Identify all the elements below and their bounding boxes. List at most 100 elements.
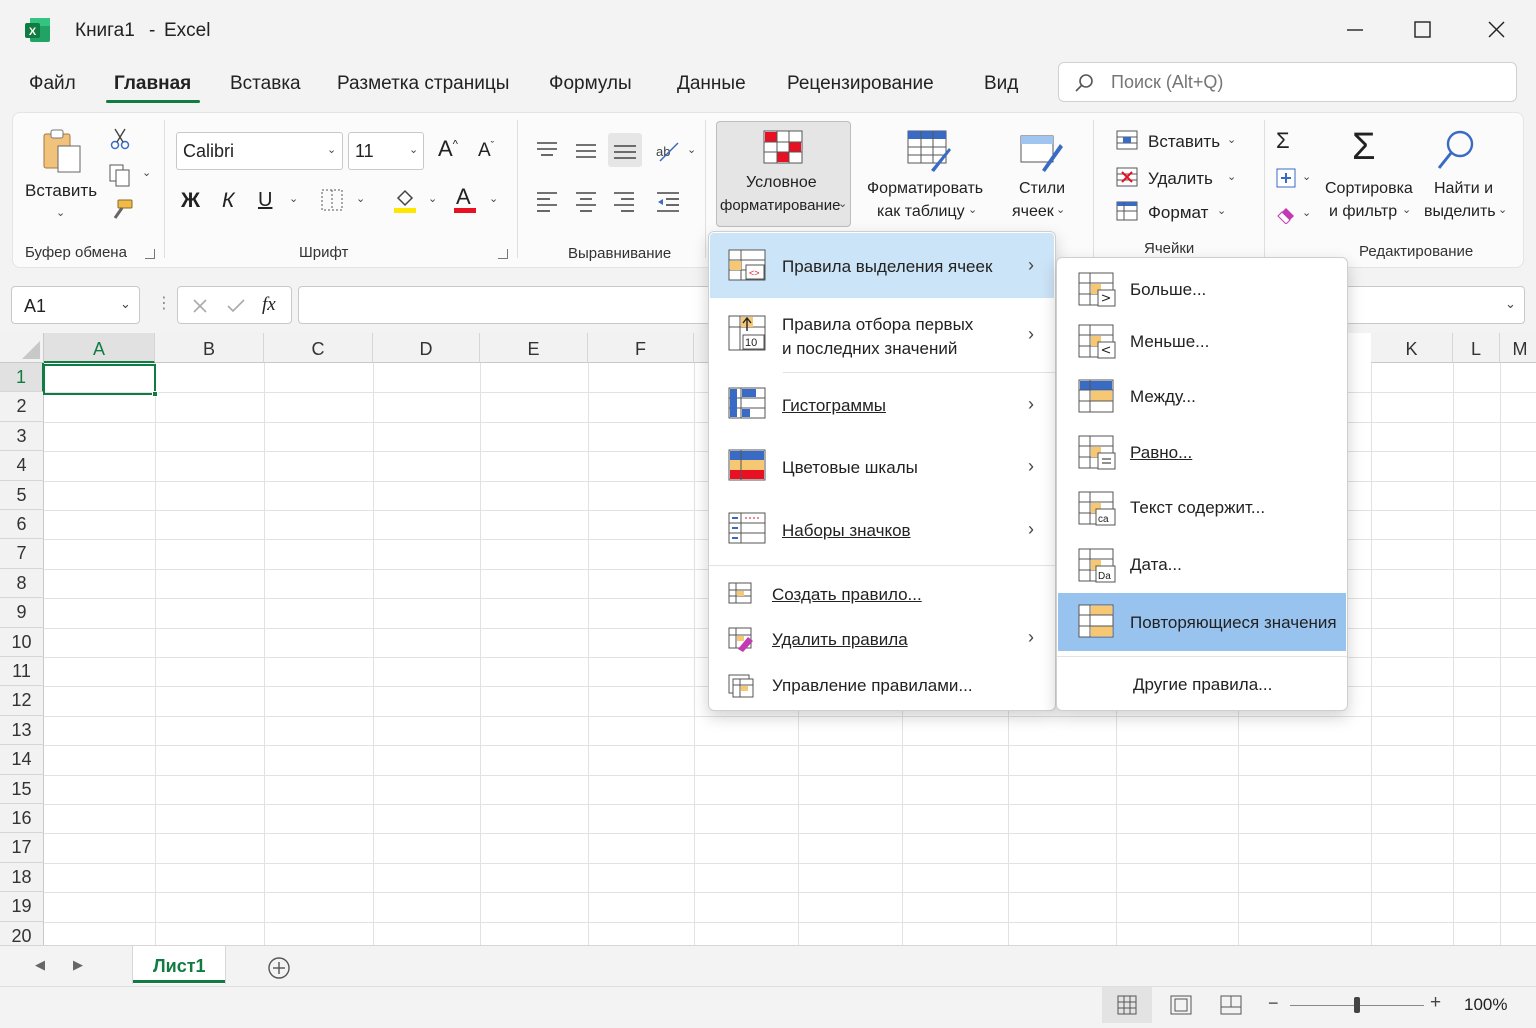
bold-button[interactable]: Ж xyxy=(181,189,200,213)
row-header[interactable]: 7 xyxy=(0,539,44,569)
column-header[interactable]: M xyxy=(1500,333,1536,363)
row-header[interactable]: 15 xyxy=(0,774,44,804)
submenu-item-greater[interactable]: Больше... xyxy=(1058,266,1346,314)
tab-file[interactable]: Файл xyxy=(29,73,76,95)
format-painter-icon[interactable] xyxy=(110,198,134,227)
font-size-select[interactable]: 11 ⌄ xyxy=(348,132,424,170)
search-box[interactable] xyxy=(1058,62,1517,102)
align-bottom-icon[interactable] xyxy=(608,133,642,167)
tab-formulas[interactable]: Формулы xyxy=(549,73,632,95)
zoom-slider-thumb[interactable] xyxy=(1354,997,1360,1013)
tab-review[interactable]: Рецензирование xyxy=(787,73,934,95)
row-header[interactable]: 2 xyxy=(0,392,44,422)
copy-chevron-icon[interactable]: ⌄ xyxy=(142,166,151,179)
chevron-down-icon[interactable]: ⌄ xyxy=(356,192,365,205)
row-header[interactable]: 4 xyxy=(0,451,44,481)
align-left-icon[interactable] xyxy=(535,190,559,217)
column-header[interactable]: D xyxy=(373,333,480,363)
zoom-out-icon[interactable]: − xyxy=(1268,993,1279,1014)
menu-item-new-rule[interactable]: Создать правило... xyxy=(710,572,1054,614)
find-select-button[interactable]: Найти и выделить ⌄ xyxy=(1420,124,1516,224)
submenu-item-duplicates[interactable]: Повторяющиеся значения xyxy=(1058,593,1346,651)
align-middle-icon[interactable] xyxy=(574,142,598,167)
search-input[interactable] xyxy=(1111,70,1491,94)
zoom-level[interactable]: 100% xyxy=(1464,995,1507,1015)
column-header[interactable]: C xyxy=(264,333,373,363)
row-header[interactable]: 1 xyxy=(0,363,44,393)
row-header[interactable]: 3 xyxy=(0,421,44,452)
close-button[interactable] xyxy=(1482,16,1512,44)
cut-icon[interactable] xyxy=(110,128,130,155)
insert-cells-button[interactable]: Вставить ⌄ xyxy=(1114,130,1244,156)
row-header[interactable]: 17 xyxy=(0,833,44,863)
align-right-icon[interactable] xyxy=(612,190,636,217)
conditional-formatting-button[interactable]: Условное форматирование ⌄ xyxy=(716,121,851,227)
menu-item-data-bars[interactable]: Гистограммы › xyxy=(710,375,1054,435)
menu-item-color-scales[interactable]: Цветовые шкалы › xyxy=(710,437,1054,497)
row-header[interactable]: 13 xyxy=(0,715,44,746)
select-all-corner[interactable] xyxy=(0,333,44,363)
row-header[interactable]: 9 xyxy=(0,598,44,628)
underline-button[interactable]: U xyxy=(258,189,272,212)
submenu-item-text-contains[interactable]: ca Текст содержит... xyxy=(1058,483,1346,533)
function-icon[interactable]: fx xyxy=(262,294,276,316)
row-header[interactable]: 6 xyxy=(0,510,44,540)
submenu-item-date[interactable]: Da Дата... xyxy=(1058,540,1346,590)
row-header[interactable]: 5 xyxy=(0,480,44,510)
column-header[interactable]: F xyxy=(588,333,694,363)
maximize-button[interactable] xyxy=(1408,16,1438,44)
align-top-icon[interactable] xyxy=(535,140,559,165)
menu-item-top-bottom-rules[interactable]: 10 Правила отбора первых и последних зна… xyxy=(710,302,1054,370)
row-header[interactable]: 16 xyxy=(0,804,44,834)
align-center-icon[interactable] xyxy=(574,190,598,217)
chevron-down-icon[interactable]: ⌄ xyxy=(489,192,498,205)
orientation-icon[interactable]: ab xyxy=(654,139,682,168)
menu-item-highlight-rules[interactable]: <> Правила выделения ячеек › xyxy=(710,233,1054,298)
chevron-down-icon[interactable]: ⌄ xyxy=(687,143,696,156)
normal-view-icon[interactable] xyxy=(1102,987,1152,1023)
submenu-item-less[interactable]: Меньше... xyxy=(1058,318,1346,366)
page-layout-view-icon[interactable] xyxy=(1166,987,1196,1028)
fill-color-icon[interactable] xyxy=(392,186,418,219)
menu-item-icon-sets[interactable]: Наборы значков › xyxy=(710,500,1054,560)
column-header[interactable]: E xyxy=(480,333,588,363)
enter-icon[interactable] xyxy=(226,298,246,319)
row-header[interactable]: 12 xyxy=(0,686,44,716)
paste-button[interactable]: Вставить ⌄ xyxy=(22,126,102,226)
tab-insert[interactable]: Вставка xyxy=(230,73,301,95)
row-header[interactable]: 18 xyxy=(0,862,44,893)
zoom-in-icon[interactable]: + xyxy=(1430,992,1441,1014)
row-header[interactable]: 11 xyxy=(0,657,44,687)
cell-styles-button[interactable]: Стили ячеек ⌄ xyxy=(1004,124,1080,224)
submenu-item-more-rules[interactable]: Другие правила... xyxy=(1058,663,1346,707)
row-header[interactable]: 8 xyxy=(0,568,44,599)
fill-handle[interactable] xyxy=(152,391,158,397)
delete-cells-button[interactable]: Удалить ⌄ xyxy=(1114,167,1244,193)
tab-page-layout[interactable]: Разметка страницы xyxy=(337,73,509,95)
chevron-down-icon[interactable]: ⌄ xyxy=(1302,170,1311,183)
add-sheet-icon[interactable] xyxy=(267,956,291,985)
column-header[interactable]: L xyxy=(1453,333,1500,363)
cancel-icon[interactable] xyxy=(192,298,208,319)
row-header[interactable]: 10 xyxy=(0,627,44,657)
font-launcher-icon[interactable] xyxy=(498,249,508,259)
clear-icon[interactable] xyxy=(1276,204,1298,229)
submenu-item-between[interactable]: Между... xyxy=(1058,373,1346,421)
menu-item-manage-rules[interactable]: Управление правилами... xyxy=(710,664,1054,708)
tab-view[interactable]: Вид xyxy=(984,73,1018,95)
scroll-left-icon[interactable]: ◀ xyxy=(35,957,45,973)
clipboard-launcher-icon[interactable] xyxy=(145,249,155,259)
tab-home[interactable]: Главная xyxy=(114,73,191,95)
font-name-select[interactable]: Calibri ⌄ xyxy=(176,132,343,170)
active-cell-a1[interactable] xyxy=(43,364,158,397)
decrease-font-icon[interactable]: Aˇ xyxy=(478,140,494,162)
italic-button[interactable]: К xyxy=(222,189,234,213)
chevron-down-icon[interactable]: ⌄ xyxy=(1302,206,1311,219)
column-header[interactable]: K xyxy=(1371,333,1453,363)
expand-formula-icon[interactable]: ⌄ xyxy=(1505,296,1516,312)
increase-font-icon[interactable]: A^ xyxy=(438,136,458,162)
row-header[interactable]: 19 xyxy=(0,892,44,922)
tab-data[interactable]: Данные xyxy=(677,73,746,95)
row-header[interactable]: 14 xyxy=(0,745,44,775)
borders-icon[interactable] xyxy=(320,188,344,217)
